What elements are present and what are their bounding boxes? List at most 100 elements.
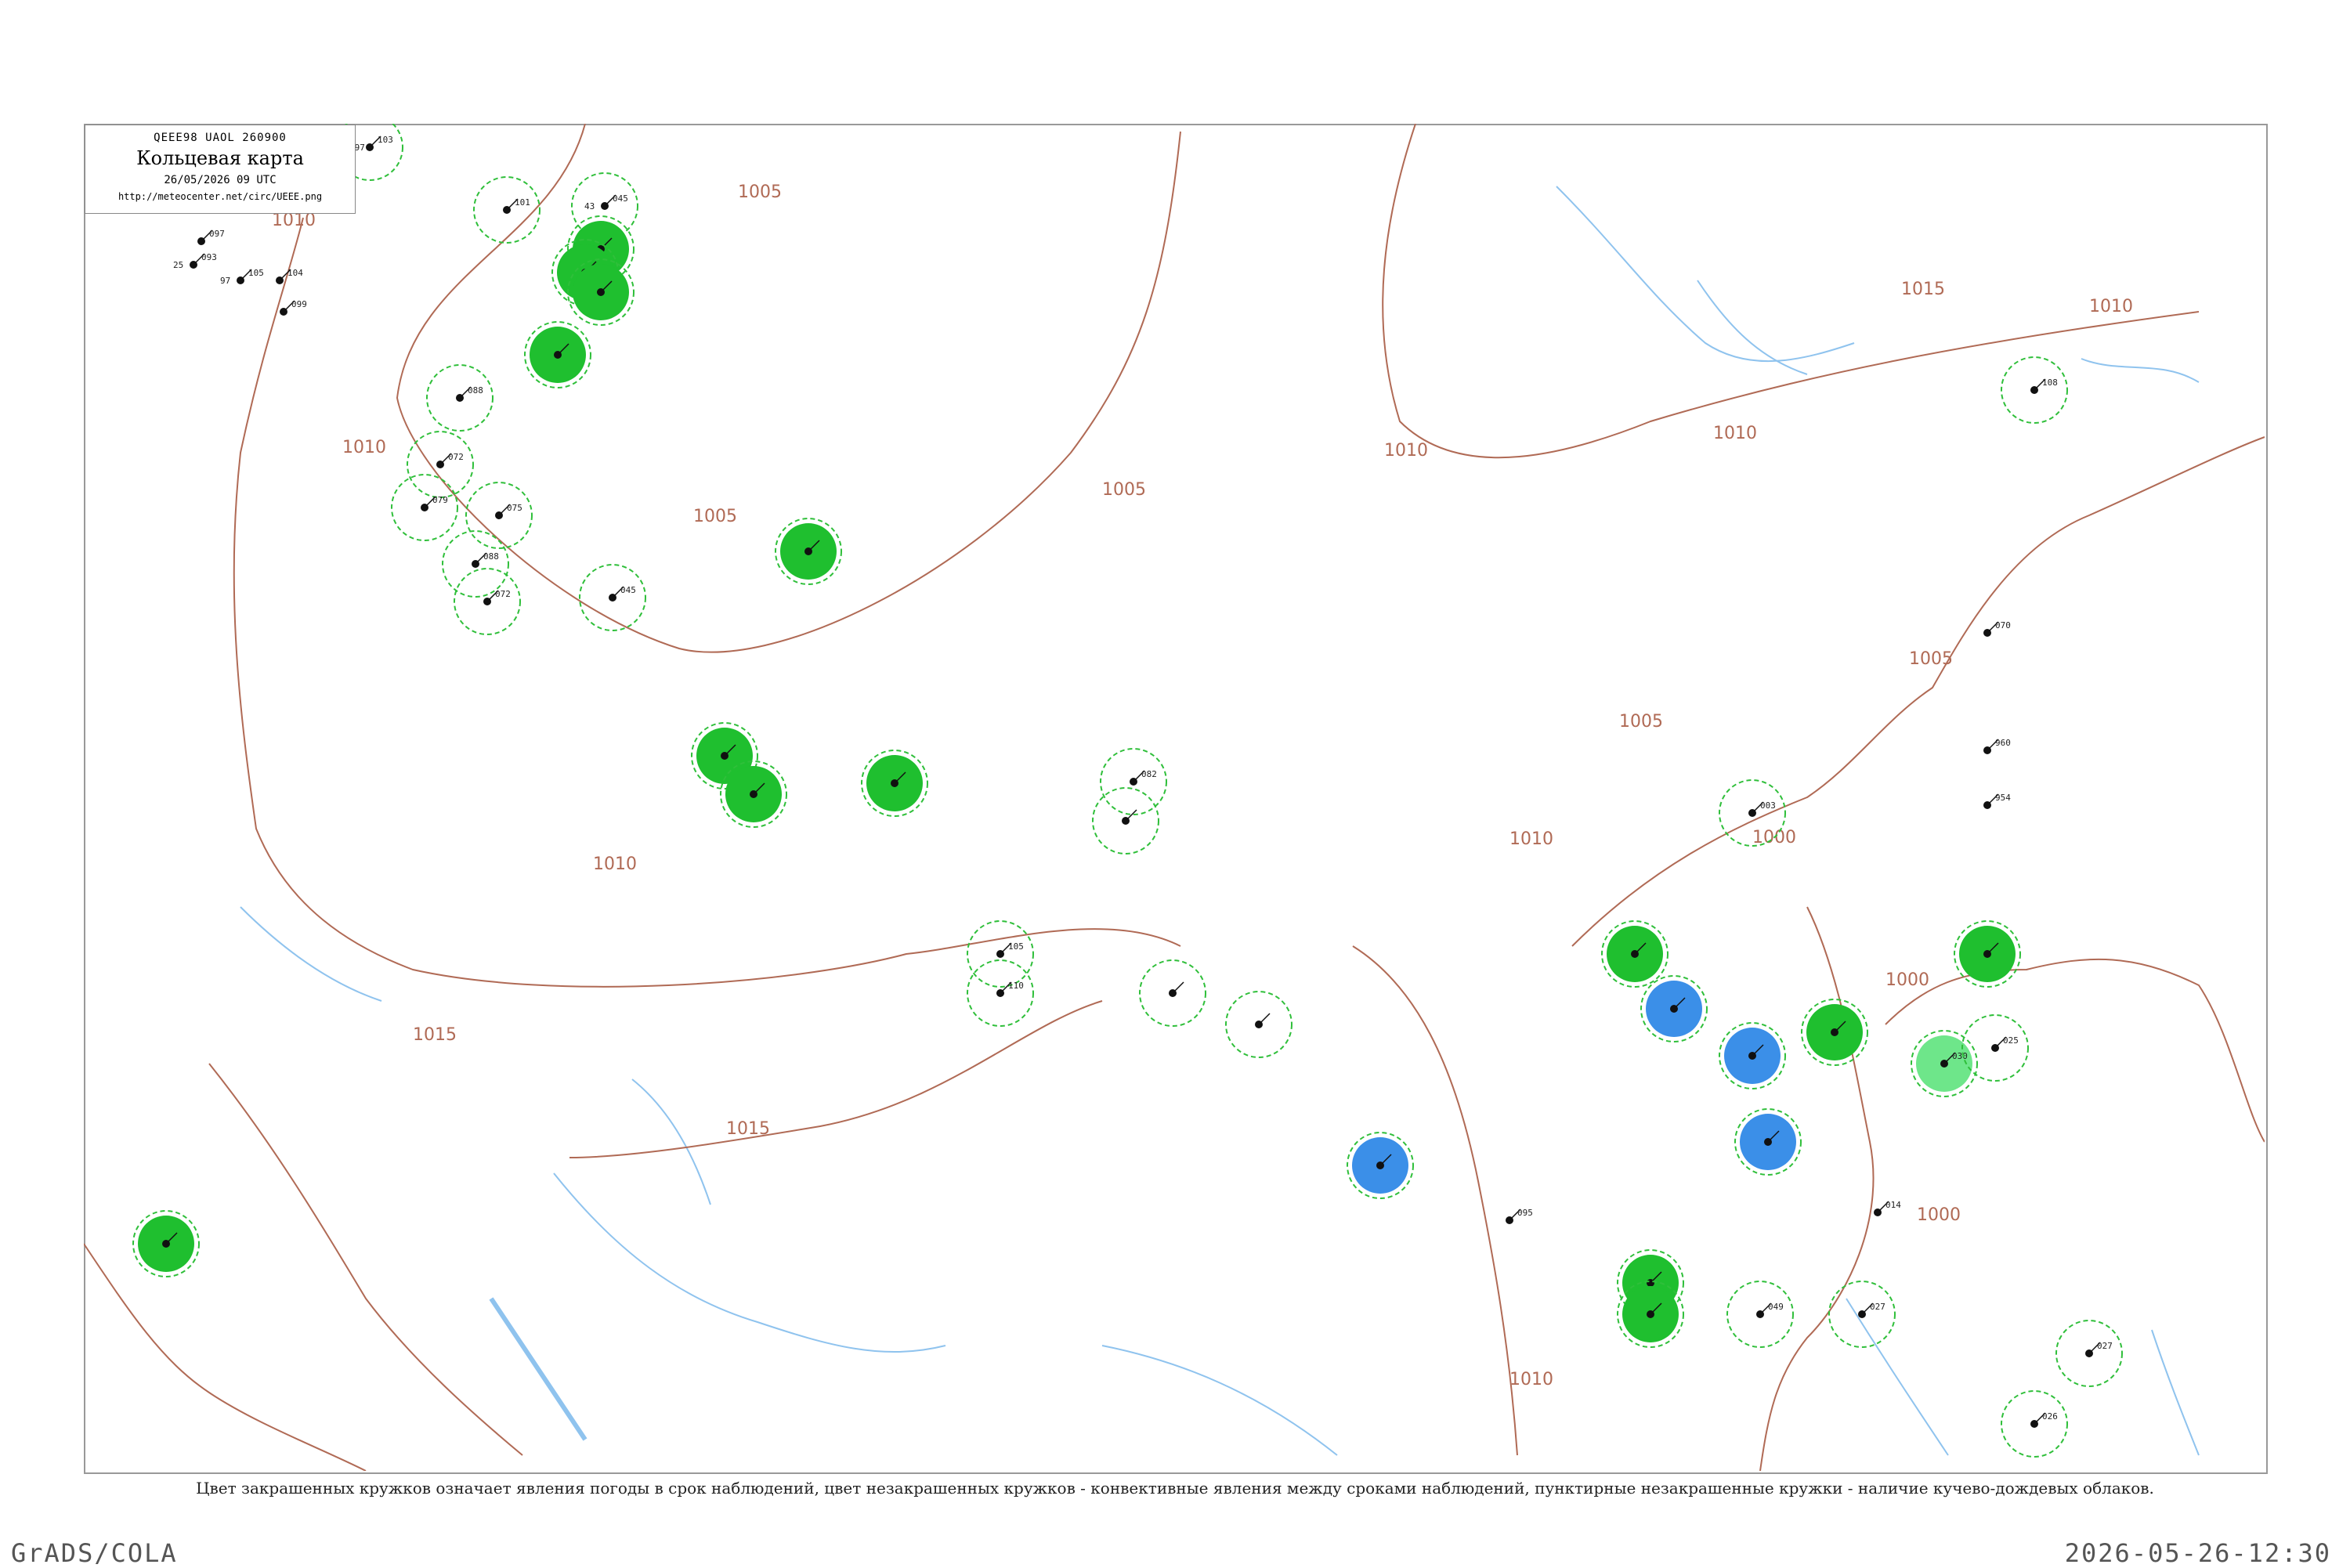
- station-marker[interactable]: 095: [1506, 1208, 1533, 1224]
- map-title: Кольцевая карта: [136, 147, 304, 169]
- station-marker[interactable]: 097: [197, 229, 225, 245]
- station-value: 049: [1768, 1302, 1784, 1312]
- stations-layer: 103097101 0454309709325105971040990880720…: [132, 124, 2123, 1458]
- isobar-1015-south: [208, 1063, 523, 1456]
- station-marker[interactable]: [1092, 787, 1159, 854]
- isobar-label: 1005: [1102, 480, 1146, 500]
- river-east-2: [2151, 1329, 2200, 1456]
- station-marker[interactable]: 030: [1911, 1030, 1978, 1097]
- station-marker[interactable]: 088: [426, 364, 494, 432]
- station-marker[interactable]: [1734, 1108, 1802, 1176]
- station-marker[interactable]: 099: [280, 299, 307, 316]
- isobar-label: 1000: [1917, 1205, 1961, 1225]
- station-value: 097: [209, 229, 225, 239]
- station-marker[interactable]: 027: [1828, 1281, 1896, 1348]
- station-value: 093: [201, 252, 217, 262]
- station-marker[interactable]: 027: [2055, 1320, 2123, 1387]
- river-south-1: [553, 1172, 946, 1353]
- footer-grads: GrADS/COLA: [11, 1538, 178, 1568]
- isobar-label: 1015: [726, 1119, 770, 1139]
- station-marker[interactable]: 110: [967, 959, 1034, 1027]
- station-value: 072: [448, 452, 464, 462]
- station-value: 003: [1760, 800, 1776, 811]
- station-marker[interactable]: 026: [2001, 1390, 2068, 1458]
- isobar-1010-sw: [84, 1243, 367, 1471]
- station-value: 105: [248, 268, 264, 278]
- station-marker[interactable]: 014: [1874, 1200, 1901, 1216]
- station-marker[interactable]: 079: [391, 474, 458, 541]
- station-value: 101: [515, 197, 530, 208]
- river-south-2: [631, 1078, 711, 1205]
- station-value: 099: [291, 299, 307, 309]
- isobar-label: 1005: [693, 507, 737, 526]
- isobar-1010-ne: [1382, 124, 2200, 459]
- station-marker[interactable]: 108: [2001, 356, 2068, 424]
- station-marker[interactable]: 093 25: [173, 252, 217, 270]
- river-north: [1556, 186, 1855, 363]
- station-marker[interactable]: 105 97: [220, 268, 264, 286]
- station-marker[interactable]: 082: [1100, 748, 1167, 815]
- station-marker[interactable]: 025: [1961, 1014, 2029, 1082]
- station-value: 105: [1008, 941, 1024, 952]
- map-caption: Цвет закрашенных кружков означает явлени…: [196, 1479, 2154, 1498]
- isobar-label: 1010: [1384, 441, 1428, 461]
- isobar-label: 1000: [1885, 970, 1929, 990]
- lake-baikal: [489, 1297, 588, 1441]
- station-value: 110: [1008, 981, 1024, 991]
- station-value: 045: [613, 193, 628, 204]
- product-code: QEEE98 UAOL 260900: [154, 132, 287, 144]
- station-marker[interactable]: 072: [454, 568, 521, 635]
- station-marker[interactable]: 960: [1983, 738, 2011, 754]
- isobars-layer: [84, 124, 2265, 1471]
- station-marker[interactable]: 105: [967, 920, 1034, 988]
- station-marker[interactable]: [775, 518, 842, 585]
- station-value: 026: [2042, 1411, 2058, 1422]
- station-marker[interactable]: [861, 750, 928, 817]
- station-marker[interactable]: 954: [1983, 793, 2011, 809]
- river-east: [1846, 1298, 1949, 1456]
- station-marker[interactable]: [1617, 1281, 1684, 1348]
- wind-barb-icon: [1258, 1013, 1271, 1025]
- station-value: 079: [432, 495, 448, 505]
- station-marker[interactable]: [524, 321, 591, 388]
- isobar-1010-west: [233, 217, 1181, 988]
- station-value: 027: [2097, 1341, 2113, 1351]
- station-marker[interactable]: [1601, 920, 1668, 988]
- station-marker[interactable]: 088: [442, 530, 509, 598]
- isobar-label: 1015: [413, 1025, 457, 1045]
- station-marker[interactable]: 104: [276, 268, 303, 284]
- station-secondary-value: 97: [220, 276, 230, 286]
- station-secondary-value: 43: [584, 201, 595, 211]
- isobar-label: 1010: [342, 438, 386, 457]
- station-value: 088: [483, 551, 499, 562]
- river-lake: [2081, 358, 2200, 383]
- station-value: 027: [1870, 1302, 1885, 1312]
- station-value: 104: [287, 268, 303, 278]
- station-value: 045: [620, 585, 636, 595]
- station-marker[interactable]: [1347, 1132, 1414, 1199]
- weather-map[interactable]: 1005 1010 1005 1005 1010 1010 1015 1015 …: [84, 124, 2265, 1471]
- station-marker[interactable]: [720, 761, 787, 828]
- station-value: 025: [2003, 1035, 2019, 1046]
- isobar-1000-e: [1759, 906, 1875, 1471]
- station-marker[interactable]: [1801, 999, 1868, 1066]
- station-marker[interactable]: 075: [465, 482, 533, 549]
- isobar-label: 1015: [1901, 280, 1945, 299]
- station-value: 030: [1952, 1051, 1968, 1061]
- isobar-label: 1005: [738, 182, 782, 202]
- station-marker[interactable]: [1719, 1022, 1786, 1089]
- station-marker[interactable]: 070: [1983, 620, 2011, 637]
- station-marker[interactable]: [1225, 991, 1292, 1058]
- isobar-1005-e: [1571, 436, 2265, 947]
- station-marker[interactable]: [567, 258, 634, 326]
- map-url[interactable]: http://meteocenter.net/circ/UEEE.png: [85, 191, 355, 202]
- station-value: 082: [1141, 769, 1157, 779]
- station-marker[interactable]: 072: [407, 431, 474, 498]
- station-marker[interactable]: [1139, 959, 1206, 1027]
- station-marker[interactable]: [1640, 975, 1708, 1042]
- isobar-1015-mid: [569, 1000, 1103, 1158]
- station-marker[interactable]: [132, 1210, 200, 1277]
- station-marker[interactable]: 049: [1726, 1281, 1794, 1348]
- river-south-3: [1101, 1345, 1338, 1456]
- station-marker[interactable]: 101: [473, 176, 540, 244]
